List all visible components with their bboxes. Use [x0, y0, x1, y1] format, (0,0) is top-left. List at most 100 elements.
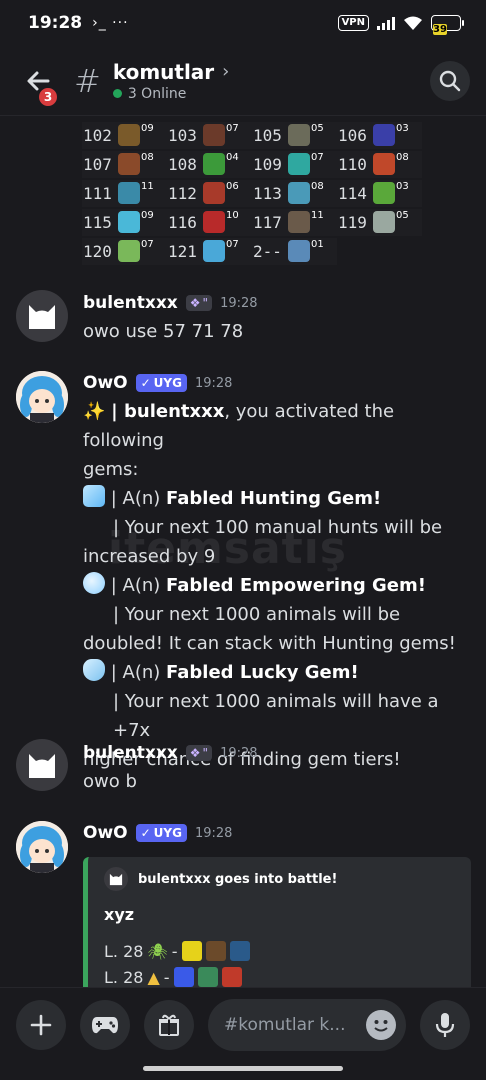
gift-icon: [159, 1014, 179, 1036]
gem-grid-row: 107 08 108 04 109 07 110 08: [82, 150, 422, 178]
app-tag: ✓ UYG: [135, 374, 187, 392]
lucky-gem-icon: [83, 659, 105, 681]
gem-item-icon: [118, 211, 140, 233]
gem-item-icon: [288, 240, 310, 262]
message-timestamp: 19:28: [194, 375, 233, 391]
embed-author: bulentxxx goes into battle!: [104, 867, 337, 891]
gem-grid-row: 115 09 116 10 117 11 119 05: [82, 208, 422, 236]
gem-item-icon: [203, 240, 225, 262]
team-member-row: L. 28 🕷 -: [104, 941, 250, 961]
cat-avatar-icon: [29, 754, 55, 778]
cat-avatar-icon: [109, 873, 123, 886]
activities-button[interactable]: [80, 999, 130, 1050]
user-badge-icon: ❖ ": [185, 295, 213, 311]
gem-count: 08: [311, 180, 324, 192]
gem-item-icon: [288, 153, 310, 175]
vpn-icon: VPN: [337, 15, 369, 31]
gem-cell: 120 07: [82, 237, 167, 265]
gem-cell: 105 05: [252, 121, 337, 149]
search-button[interactable]: [430, 60, 470, 101]
empowering-gem-icon: [83, 572, 105, 594]
message-author[interactable]: OwO: [83, 823, 128, 843]
check-icon: ✓: [140, 826, 151, 840]
gem-id: 114: [338, 183, 367, 203]
gem-count: 08: [141, 151, 154, 163]
spider-icon: 🕷: [147, 941, 168, 961]
gem-id: 110: [338, 154, 367, 174]
online-status-icon: [112, 89, 122, 98]
avatar[interactable]: [16, 821, 68, 873]
gem-cell: 111 11: [82, 179, 167, 207]
embed-title: xyz: [104, 905, 135, 924]
message-author[interactable]: bulentxxx: [83, 293, 178, 313]
avatar[interactable]: [16, 290, 68, 342]
user-badge-icon: ❖ ": [185, 745, 213, 761]
gem-cell-empty: [337, 238, 422, 265]
channel-header: 3 # komutlar › 3 Online: [0, 46, 486, 116]
gem-id: 116: [168, 212, 197, 232]
gem-item-icon: [373, 211, 395, 233]
weapon-slot-icon: [173, 967, 194, 987]
gift-button[interactable]: [144, 999, 194, 1050]
gem-count: 11: [141, 180, 154, 192]
status-right: VPN 39: [337, 15, 464, 35]
avatar[interactable]: [16, 739, 68, 791]
status-time: 19:28: [28, 13, 83, 33]
gem-item-icon: [203, 182, 225, 204]
gem-cell: 108 04: [167, 150, 252, 178]
gem-id: 120: [83, 241, 112, 261]
gem-id: 119: [338, 212, 367, 232]
gem-cell: 116 10: [167, 208, 252, 236]
back-button[interactable]: 3: [16, 59, 60, 109]
voice-message-button[interactable]: [420, 999, 470, 1050]
gem-id: 107: [83, 154, 112, 174]
owo-avatar-icon: [16, 821, 68, 873]
gem-id: 106: [338, 125, 367, 145]
message-timestamp: 19:28: [220, 295, 258, 311]
gem-count: 11: [311, 209, 324, 221]
gem-item-icon: [288, 182, 310, 204]
gem-item-icon: [288, 211, 310, 233]
gem-count: 01: [311, 238, 324, 250]
gem-count: 07: [141, 238, 154, 250]
message-list[interactable]: 102 09 103 07 105 05 106 03 107 08 108 04 109 07 110 08…: [0, 117, 486, 987]
sparkles-icon: ✨: [83, 401, 106, 422]
gem-id: 117: [253, 212, 282, 232]
microphone-icon: [435, 1012, 455, 1037]
gem-cell: 117 11: [252, 208, 337, 236]
weapon-slot-icon: [197, 967, 218, 987]
message-input[interactable]: #komutlar k...: [208, 998, 406, 1051]
gem-cell: 115 09: [82, 208, 167, 236]
gem-cell: 121 07: [167, 237, 252, 265]
gem-id: 121: [168, 241, 197, 261]
plus-icon: [30, 1014, 52, 1035]
gem-item-icon: [118, 153, 140, 175]
gem-count: 03: [396, 122, 409, 134]
emoji-icon[interactable]: [366, 1009, 396, 1040]
home-indicator[interactable]: [143, 1066, 343, 1071]
gem-item-icon: [373, 182, 395, 204]
status-bar: 19:28 ›_ ··· VPN 39: [0, 0, 486, 46]
gem-item-icon: [203, 153, 225, 175]
avatar[interactable]: [16, 371, 68, 423]
gem-cell: 110 08: [337, 150, 422, 178]
channel-info[interactable]: komutlar › 3 Online: [112, 60, 229, 102]
attach-button[interactable]: [16, 999, 66, 1050]
message-author[interactable]: OwO: [83, 373, 128, 393]
channel-hash-icon: #: [74, 61, 101, 100]
battery-level: 39: [433, 24, 447, 35]
embed-author-name: bulentxxx goes into battle!: [138, 871, 338, 887]
gem-count: 09: [141, 122, 154, 134]
composer-bar: #komutlar k...: [0, 987, 486, 1061]
gem-id: 102: [83, 125, 112, 145]
gem-item-icon: [373, 153, 395, 175]
gem-id: 108: [168, 154, 197, 174]
gem-grid-row: 111 11 112 06 113 08 114 03: [82, 179, 422, 207]
app-tag: ✓ UYG: [135, 824, 187, 842]
message-author[interactable]: bulentxxx: [83, 743, 178, 763]
gem-cell: 112 06: [167, 179, 252, 207]
gem-count: 05: [396, 209, 409, 221]
embed-avatar: [104, 867, 128, 891]
gem-item-icon: [203, 211, 225, 233]
online-count: 3 Online: [127, 85, 187, 102]
